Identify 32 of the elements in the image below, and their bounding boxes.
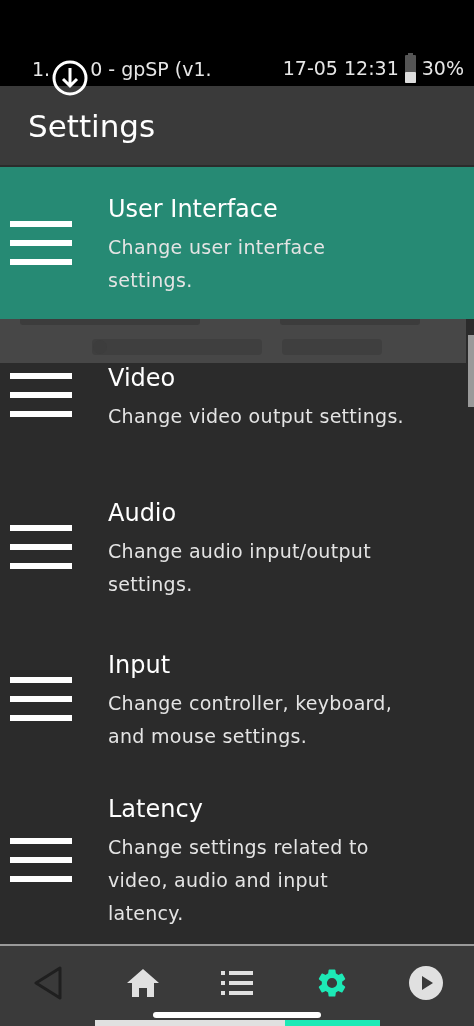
item-title: Video: [108, 362, 177, 394]
scroll-bar: [468, 335, 474, 407]
item-description: Change video output settings.: [108, 403, 405, 429]
list-icon: [221, 971, 253, 995]
item-title: Latency: [108, 794, 204, 825]
app-info: 0 - gpSP (v1.: [90, 56, 212, 82]
item-title: User Interface: [108, 194, 279, 225]
home-icon: [125, 968, 160, 998]
app-info: 1.: [32, 56, 51, 82]
page-title: Settings: [28, 107, 156, 147]
settings-item[interactable]: Video Change video output settings.: [0, 319, 474, 471]
item-description: Change controller, keyboard, and mouse settings.: [108, 691, 394, 749]
item-title: Audio: [108, 498, 178, 529]
menu-icon: [10, 221, 72, 265]
play-icon: [409, 966, 443, 1000]
settings-item[interactable]: User Interface Change user interface settings.: [0, 167, 474, 319]
item-title: Input: [108, 650, 172, 681]
item-description: Change user interface settings.: [108, 235, 327, 293]
date-time: 17-05 12:31: [282, 56, 399, 82]
menu-icon: [10, 677, 72, 721]
settings-item[interactable]: Audio Change audio input/output settings.: [0, 471, 474, 623]
menu-icon: [10, 525, 72, 569]
settings-item[interactable]: Latency Change settings related to video, audio and input latency.: [0, 775, 474, 944]
back-icon: [33, 966, 63, 1000]
battery-level: 30%: [421, 56, 464, 82]
menu-icon: [10, 373, 72, 417]
download-icon[interactable]: [51, 59, 90, 98]
battery-icon: [404, 53, 416, 84]
item-description: Change settings related to video, audio and input latency.: [108, 835, 370, 926]
item-description: Change audio input/output settings.: [108, 539, 372, 597]
settings-item[interactable]: Input Change controller, keyboard, and mouse settings.: [0, 623, 474, 775]
menu-icon: [10, 837, 72, 882]
